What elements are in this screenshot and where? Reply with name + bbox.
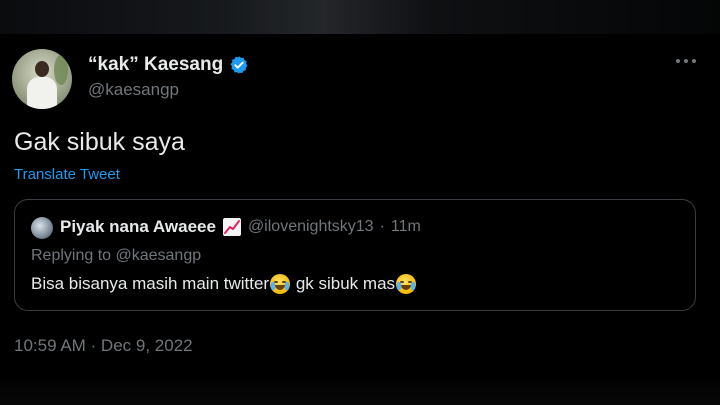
avatar-plant-shape bbox=[54, 55, 68, 85]
quoted-replying-to: Replying to @kaesangp bbox=[31, 247, 202, 264]
tweet-timestamp[interactable]: 10:59 AM · Dec 9, 2022 bbox=[14, 336, 193, 356]
blurred-top-banner bbox=[0, 0, 720, 34]
author-handle[interactable]: @kaesangp bbox=[88, 80, 179, 100]
tweet-text: Gak sibuk saya bbox=[14, 128, 185, 156]
quoted-author-avatar[interactable] bbox=[31, 217, 53, 239]
author-name-row: “kak” Kaesang bbox=[88, 54, 249, 76]
author-avatar[interactable] bbox=[12, 49, 72, 109]
quoted-separator: · bbox=[379, 218, 385, 235]
quoted-tweet-text: Bisa bisanya masih main twitter gk sibuk… bbox=[31, 274, 417, 294]
loudly-crying-face-icon bbox=[270, 274, 291, 294]
quoted-name-row: Piyak nana Awaeee @ilovenightsky13 · 11m bbox=[60, 217, 421, 237]
more-dot bbox=[684, 59, 688, 63]
more-dot bbox=[692, 59, 696, 63]
screenshot-page: “kak” Kaesang @kaesangp Gak sibuk saya T… bbox=[0, 0, 720, 405]
quoted-time: 11m bbox=[390, 218, 421, 235]
translate-tweet-link[interactable]: Translate Tweet bbox=[14, 166, 120, 183]
more-dot bbox=[676, 59, 680, 63]
more-options-icon[interactable] bbox=[676, 56, 698, 66]
quoted-handle[interactable]: @ilovenightsky13 bbox=[248, 218, 374, 236]
blurred-bottom-edge bbox=[0, 375, 720, 405]
quoted-text-part1: Bisa bisanya masih main twitter bbox=[31, 274, 270, 293]
face-with-tears-of-joy-icon bbox=[396, 274, 417, 294]
tweet-card: “kak” Kaesang @kaesangp Gak sibuk saya T… bbox=[0, 34, 720, 374]
quoted-text-part2: gk sibuk mas bbox=[291, 274, 396, 293]
verified-badge-icon bbox=[230, 56, 248, 74]
avatar-body-shape bbox=[27, 77, 57, 109]
quoted-tweet-card[interactable]: Piyak nana Awaeee @ilovenightsky13 · 11m… bbox=[14, 199, 696, 311]
author-display-name[interactable]: “kak” Kaesang bbox=[88, 54, 223, 76]
quoted-display-name[interactable]: Piyak nana Awaeee bbox=[60, 217, 216, 237]
chart-increasing-icon bbox=[222, 218, 241, 236]
avatar-head-shape bbox=[35, 61, 49, 77]
